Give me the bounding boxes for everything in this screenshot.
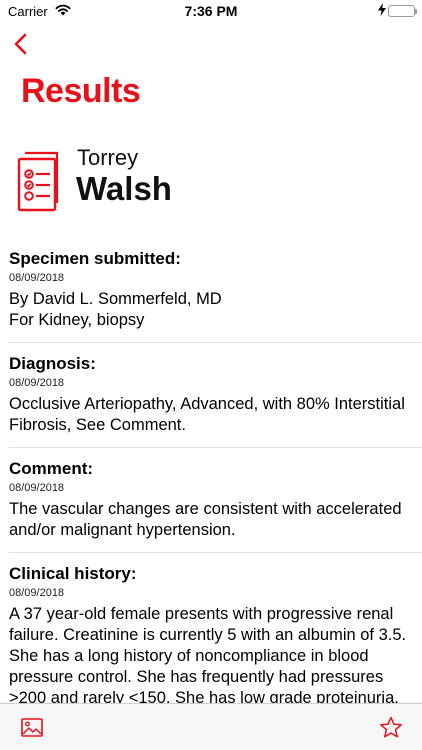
section-date: 08/09/2018 [9,587,65,599]
section-heading: Specimen submitted: [9,249,181,268]
page-title: Results [21,72,141,110]
status-bar: Carrier 7:36 PM [0,0,422,22]
result-section-specimen: Specimen submitted: 08/09/2018 By David … [0,248,422,342]
divider [9,447,422,448]
star-icon [380,716,402,738]
image-icon [21,718,43,737]
section-text: Occlusive Arteriopathy, Advanced, with 8… [9,395,405,434]
results-list[interactable]: Specimen submitted: 08/09/2018 By David … [0,238,422,704]
charging-icon [378,3,386,19]
patient-last-name: Walsh [76,170,172,207]
clipboard-checklist-icon [17,147,69,213]
section-heading: Diagnosis: [9,354,96,373]
patient-first-name: Torrey [77,145,139,170]
back-button[interactable] [10,32,34,56]
divider [9,552,422,553]
section-text: The vascular changes are consistent with… [9,500,402,539]
section-text: By David L. Sommerfeld, MD For Kidney, b… [9,290,222,329]
image-button[interactable] [21,718,43,737]
result-section-clinical-history: Clinical history: 08/09/2018 A 37 year-o… [0,563,422,704]
battery-icon [388,5,417,17]
result-section-diagnosis: Diagnosis: 08/09/2018 Occlusive Arteriop… [0,353,422,447]
section-date: 08/09/2018 [9,482,65,494]
chevron-left-icon [14,33,27,55]
section-date: 08/09/2018 [9,272,65,284]
clock: 7:36 PM [184,3,238,19]
section-heading: Clinical history: [9,564,137,583]
section-heading: Comment: [9,459,94,478]
result-section-comment: Comment: 08/09/2018 The vascular changes… [0,458,422,552]
section-date: 08/09/2018 [9,377,65,389]
section-text: A 37 year-old female presents with progr… [9,605,407,704]
favorite-button[interactable] [379,716,403,739]
divider [9,342,422,343]
tab-bar [0,703,422,750]
